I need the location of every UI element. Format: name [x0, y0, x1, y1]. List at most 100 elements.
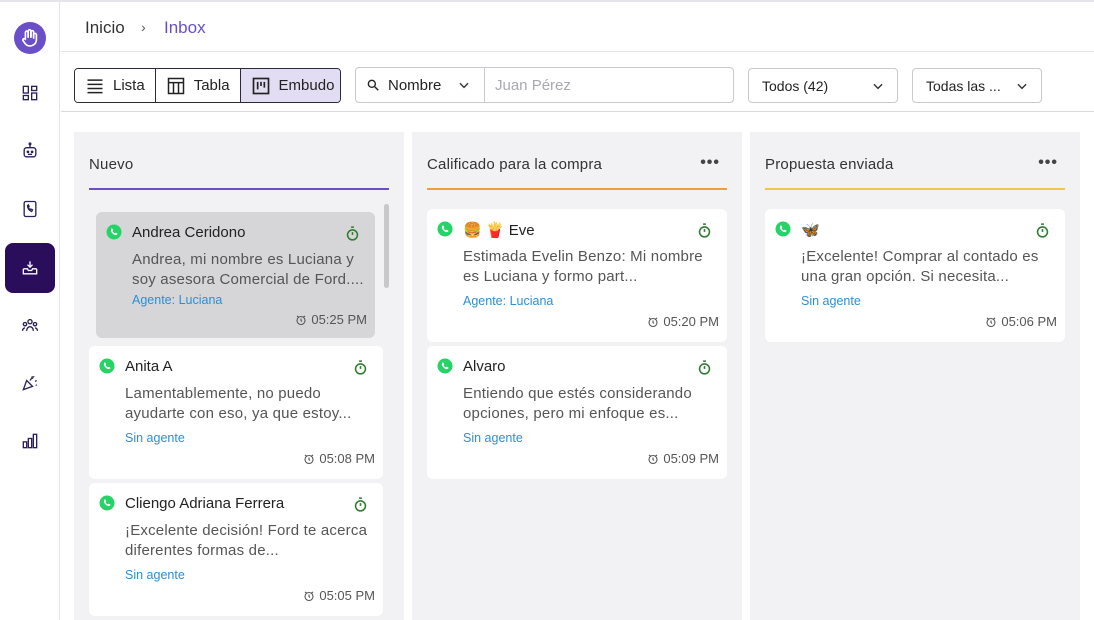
more-options-icon[interactable]: •••: [700, 154, 720, 172]
view-list-button[interactable]: Lista: [75, 69, 156, 102]
lead-last-message: ¡Excelente! Comprar al contado es una gr…: [801, 248, 1039, 285]
search-icon: [367, 79, 379, 91]
column-propuesta: Propuesta enviada ••• 🦋 ¡Excelente! Comp…: [750, 132, 1080, 620]
dashboard-icon: [22, 85, 38, 101]
breadcrumb-home[interactable]: Inicio: [85, 18, 125, 38]
column-divider: [765, 188, 1065, 190]
lead-time-value: 05:25 PM: [311, 312, 367, 327]
stopwatch-icon: [354, 497, 367, 512]
stopwatch-icon: [698, 360, 711, 375]
lead-time-value: 05:08 PM: [319, 451, 375, 466]
lead-agent[interactable]: Agente: Luciana: [132, 293, 222, 307]
status-filter-value: Todos (42): [762, 77, 829, 94]
whatsapp-icon: [437, 221, 453, 237]
alarm-clock-icon: [648, 454, 658, 464]
sidebar: [0, 2, 60, 620]
chevron-down-icon: [459, 82, 469, 89]
whatsapp-icon: [99, 495, 115, 511]
view-table-button[interactable]: Tabla: [155, 69, 241, 102]
more-options-icon[interactable]: •••: [1038, 154, 1058, 172]
column-scrollbar[interactable]: [384, 204, 389, 288]
status-filter-dropdown[interactable]: Todos (42): [748, 68, 898, 103]
alarm-clock-icon: [304, 591, 314, 601]
lead-agent[interactable]: Sin agente: [463, 431, 523, 445]
view-list-label: Lista: [113, 77, 145, 94]
lead-last-message: Andrea, mi nombre es Luciana y soy aseso…: [132, 251, 364, 288]
table-icon: [167, 77, 184, 94]
lead-card[interactable]: Anita A Lamentablemente, no puedo ayudar…: [89, 346, 383, 479]
lead-time-value: 05:09 PM: [663, 451, 719, 466]
lead-agent[interactable]: Sin agente: [801, 294, 861, 308]
lead-time: 05:20 PM: [647, 314, 719, 329]
robot-icon: [23, 142, 37, 158]
lead-name: 🦋: [801, 222, 820, 239]
lead-time: 05:05 PM: [303, 588, 375, 603]
lead-name: Andrea Ceridono: [132, 224, 246, 241]
alarm-clock-icon: [304, 454, 314, 464]
view-kanban-label: Embudo: [278, 77, 335, 94]
sidebar-item-campaigns[interactable]: [5, 358, 55, 408]
view-switcher: Lista Tabla Embudo: [74, 68, 341, 103]
column-divider: [427, 188, 727, 190]
sidebar-item-dashboard[interactable]: [5, 68, 55, 118]
view-table-label: Tabla: [193, 77, 230, 94]
sidebar-item-team[interactable]: [5, 300, 55, 350]
app: Inicio › Inbox Lista Tabla Embudo Nombre: [0, 0, 1094, 620]
brand-logo[interactable]: [14, 22, 46, 54]
sidebar-item-reports[interactable]: [5, 416, 55, 466]
hand-icon: [22, 28, 38, 47]
lead-card[interactable]: Cliengo Adriana Ferrera ¡Excelente decis…: [89, 483, 383, 616]
lead-card[interactable]: Alvaro Entiendo que estés considerando o…: [427, 346, 727, 479]
column-title: Propuesta enviada: [765, 156, 894, 173]
lead-time: 05:08 PM: [303, 451, 375, 466]
lead-last-message: Entiendo que estés considerando opciones…: [463, 385, 692, 422]
sidebar-item-contacts[interactable]: [5, 184, 55, 234]
chevron-down-icon: [873, 83, 883, 89]
contact-book-icon: [23, 200, 37, 218]
secondary-filter-dropdown[interactable]: Todas las ...: [912, 68, 1042, 103]
lead-card[interactable]: 🍔 🍟 Eve Estimada Evelin Benzo: Mi nombre…: [427, 209, 727, 342]
lead-name: Alvaro: [463, 358, 506, 375]
stopwatch-icon: [698, 223, 711, 238]
lead-last-message: Lamentablemente, no puedo ayudarte con e…: [125, 385, 352, 422]
view-kanban-button[interactable]: Embudo: [240, 69, 340, 102]
lead-time-value: 05:05 PM: [319, 588, 375, 603]
chevron-down-icon: [1017, 83, 1027, 89]
lead-agent[interactable]: Agente: Luciana: [463, 294, 553, 308]
breadcrumb: Inicio › Inbox: [61, 2, 1094, 52]
lead-time: 05:25 PM: [295, 312, 367, 327]
secondary-filter-value: Todas las ...: [926, 77, 1001, 94]
bar-chart-icon: [22, 433, 38, 449]
lead-time-value: 05:06 PM: [1001, 314, 1057, 329]
search-field-label: Nombre: [388, 76, 442, 94]
inbox-icon: [22, 261, 38, 275]
lead-name: 🍔 🍟 Eve: [463, 222, 535, 239]
lead-name: Anita A: [125, 358, 173, 375]
lead-name: Cliengo Adriana Ferrera: [125, 495, 285, 512]
list-icon: [87, 78, 103, 93]
kanban-board: Nuevo Andrea Ceridono Andrea, mi nombre …: [74, 132, 1094, 620]
whatsapp-icon: [106, 224, 122, 240]
lead-card[interactable]: 🦋 ¡Excelente! Comprar al contado es una …: [765, 209, 1065, 342]
sidebar-item-inbox[interactable]: [5, 243, 55, 293]
alarm-clock-icon: [986, 317, 996, 327]
whatsapp-icon: [99, 358, 115, 374]
chevron-right-icon: ›: [141, 19, 146, 35]
whatsapp-icon: [775, 221, 791, 237]
column-nuevo: Nuevo Andrea Ceridono Andrea, mi nombre …: [74, 132, 404, 620]
lead-agent[interactable]: Sin agente: [125, 431, 185, 445]
breadcrumb-current[interactable]: Inbox: [164, 18, 206, 38]
stopwatch-icon: [1036, 223, 1049, 238]
search-field-select[interactable]: Nombre: [356, 68, 485, 102]
alarm-clock-icon: [296, 315, 306, 325]
lead-agent[interactable]: Sin agente: [125, 568, 185, 582]
lead-time: 05:06 PM: [985, 314, 1057, 329]
search-input[interactable]: [485, 68, 733, 102]
stopwatch-icon: [346, 226, 359, 241]
lead-last-message: ¡Excelente decisión! Ford te acerca dife…: [125, 522, 368, 559]
kanban-icon: [252, 77, 269, 94]
party-popper-icon: [22, 375, 38, 391]
lead-time-value: 05:20 PM: [663, 314, 719, 329]
lead-card[interactable]: Andrea Ceridono Andrea, mi nombre es Luc…: [96, 212, 375, 338]
sidebar-item-bot[interactable]: [5, 126, 55, 176]
